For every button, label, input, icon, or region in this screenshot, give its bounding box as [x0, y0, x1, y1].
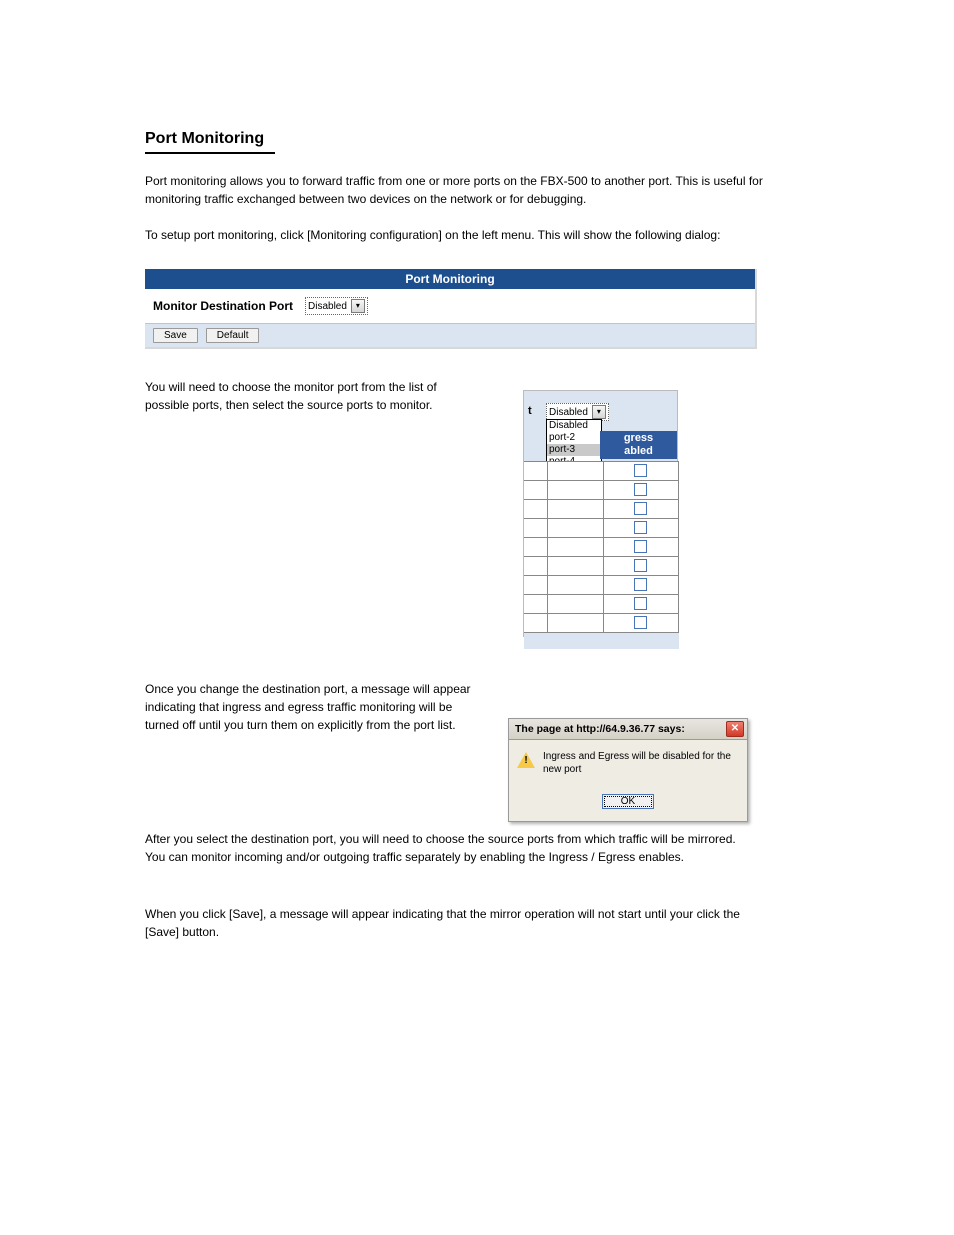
after-select-paragraph: After you select the destination port, y… — [145, 830, 757, 866]
monitor-dest-port-select[interactable]: Disabled ▾ — [305, 297, 368, 315]
option-disabled[interactable]: Disabled — [547, 420, 601, 432]
port-monitoring-panel: Port Monitoring Monitor Destination Port… — [145, 269, 757, 349]
save-button[interactable]: Save — [153, 328, 198, 343]
enable-checkbox[interactable] — [634, 559, 647, 572]
enable-checkbox[interactable] — [634, 578, 647, 591]
enable-checkbox[interactable] — [634, 464, 647, 477]
table-header-gress: gress — [600, 431, 677, 445]
panel-button-row: Save Default — [145, 324, 755, 347]
select-value: Disabled — [308, 301, 347, 312]
chevron-down-icon: ▾ — [351, 299, 365, 313]
cropped-letter: t — [528, 405, 532, 417]
close-icon: ✕ — [731, 724, 739, 734]
enable-checkbox[interactable] — [634, 540, 647, 553]
table-header-abled: abled — [600, 445, 677, 459]
panel-title: Port Monitoring — [145, 269, 755, 289]
setup-paragraph: To setup port monitoring, click [Monitor… — [145, 226, 809, 244]
dialog-titlebar: The page at http://64.9.36.77 says: ✕ — [508, 718, 748, 739]
enable-checkbox[interactable] — [634, 597, 647, 610]
confirm-dialog: The page at http://64.9.36.77 says: ✕ In… — [508, 718, 748, 822]
enable-table — [524, 461, 679, 649]
close-button[interactable]: ✕ — [726, 721, 744, 737]
enable-checkbox[interactable] — [634, 616, 647, 629]
port-select-dropdown-figure: t Disabled ▾ Disabled port-2 port-3 port… — [523, 390, 678, 637]
panel-body: Monitor Destination Port Disabled ▾ — [145, 289, 755, 324]
intro-paragraph: Port monitoring allows you to forward tr… — [145, 172, 809, 208]
monitor-dest-port-label: Monitor Destination Port — [153, 299, 293, 313]
option-port-3[interactable]: port-3 — [547, 444, 601, 456]
default-button[interactable]: Default — [206, 328, 260, 343]
dialog-title: The page at http://64.9.36.77 says: — [515, 723, 685, 735]
choose-paragraph: You will need to choose the monitor port… — [145, 378, 470, 414]
enable-checkbox[interactable] — [634, 502, 647, 515]
option-port-2[interactable]: port-2 — [547, 432, 601, 444]
dialog-message: Ingress and Egress will be disabled for … — [543, 750, 739, 776]
section-heading: Port Monitoring — [145, 130, 275, 154]
once-change-paragraph: Once you change the destination port, a … — [145, 680, 485, 734]
warning-icon — [517, 752, 535, 768]
select-value: Disabled — [549, 407, 588, 418]
enable-checkbox[interactable] — [634, 521, 647, 534]
chevron-down-icon: ▾ — [592, 405, 606, 419]
ok-button[interactable]: OK — [602, 794, 654, 809]
enable-checkbox[interactable] — [634, 483, 647, 496]
save-note-paragraph: When you click [Save], a message will ap… — [145, 905, 757, 941]
